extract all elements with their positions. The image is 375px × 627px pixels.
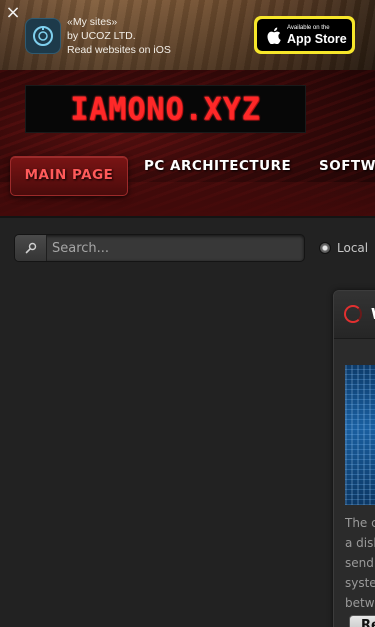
- article-card-header: W: [334, 291, 375, 339]
- search-scope-option[interactable]: Local: [319, 241, 368, 255]
- site-logo[interactable]: IAMONO.XYZ: [25, 85, 306, 133]
- article-title[interactable]: W: [371, 305, 375, 323]
- search-scope-label: Local: [337, 241, 369, 255]
- search-button[interactable]: [15, 235, 47, 261]
- nav-item-pc-architecture[interactable]: PC ARCHITECTURE: [144, 154, 291, 194]
- main-navigation: MAIN PAGE PC ARCHITECTURE SOFTW: [0, 154, 375, 198]
- nav-item-software[interactable]: SOFTW: [319, 154, 375, 194]
- search-icon: [25, 242, 36, 254]
- site-header: IAMONO.XYZ MAIN PAGE PC ARCHITECTURE SOF…: [0, 70, 375, 218]
- app-info: «My sites» by UCOZ LTD. Read websites on…: [67, 15, 171, 57]
- app-install-banner: × «My sites» by UCOZ LTD. Read websites …: [0, 0, 375, 70]
- close-banner-button[interactable]: ×: [4, 4, 22, 22]
- search-scope-radio[interactable]: [319, 242, 331, 254]
- article-image[interactable]: [345, 365, 375, 505]
- app-tagline: Read websites on iOS: [67, 44, 171, 56]
- read-more-button[interactable]: Re: [349, 615, 375, 627]
- app-store-label: Available on the App Store: [287, 25, 347, 46]
- article-excerpt-line: betw: [345, 596, 375, 610]
- app-store-button[interactable]: Available on the App Store: [254, 16, 355, 54]
- apple-icon: [267, 27, 281, 44]
- search-input[interactable]: [47, 235, 304, 261]
- search-bar: Local: [0, 218, 375, 268]
- nav-item-main-page[interactable]: MAIN PAGE: [10, 156, 128, 196]
- site-logo-text: IAMONO.XYZ: [70, 90, 261, 128]
- app-store-big-text: App Store: [287, 31, 347, 46]
- app-name: «My sites»: [67, 16, 118, 28]
- article-excerpt: The c a disk send syste betw: [345, 513, 375, 613]
- my-sites-app-icon[interactable]: [25, 18, 61, 54]
- article-excerpt-line: The c: [345, 516, 375, 530]
- app-store-small-text: Available on the: [287, 24, 330, 31]
- loading-ring-icon: [344, 305, 362, 323]
- article-excerpt-line: a disk: [345, 536, 375, 550]
- app-logo-icon: [33, 26, 53, 46]
- search-box: [14, 234, 305, 262]
- app-store-badge: Available on the App Store: [257, 19, 352, 51]
- article-excerpt-line: syste: [345, 576, 375, 590]
- article-card: W The c a disk send syste betw Re: [333, 290, 375, 627]
- article-excerpt-line: send: [345, 556, 374, 570]
- app-publisher: by UCOZ LTD.: [67, 30, 136, 42]
